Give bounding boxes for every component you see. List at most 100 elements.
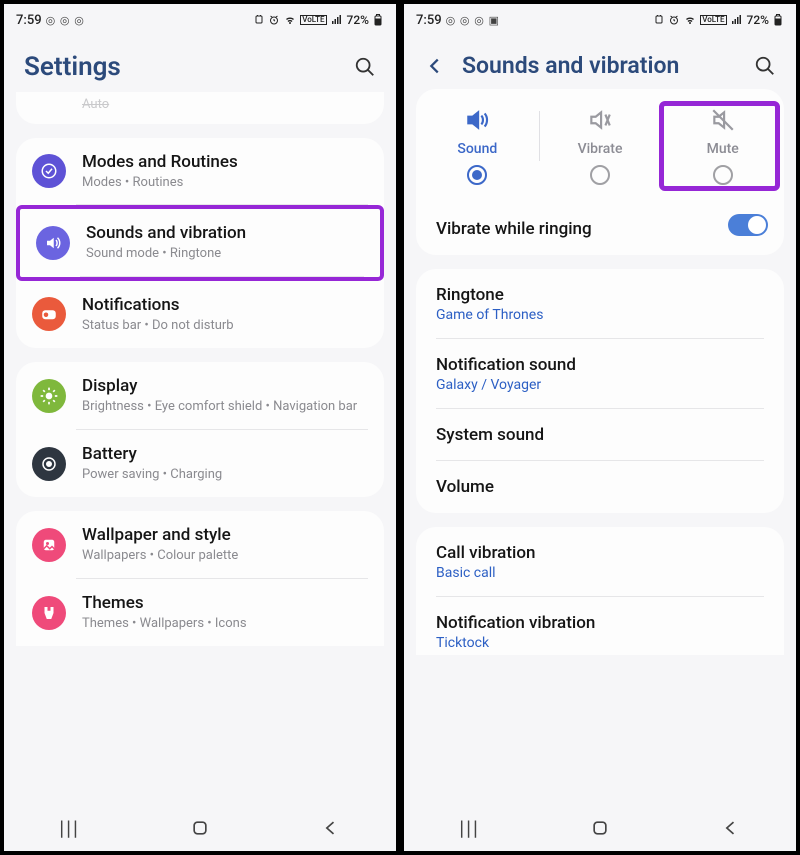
volte-icon: VoLTE: [300, 15, 326, 25]
settings-group-3: Wallpaper and style Wallpapers • Colour …: [16, 511, 384, 646]
wallpaper-icon: [32, 528, 66, 562]
radio-vibrate[interactable]: [590, 165, 610, 185]
row-value: Game of Thrones: [436, 307, 764, 323]
settings-title: Notifications: [82, 295, 368, 315]
alarm-icon: [653, 14, 665, 26]
battery-icon: [772, 13, 784, 27]
radio-sound[interactable]: [467, 165, 487, 185]
wifi-icon: [283, 14, 297, 26]
radio-mute[interactable]: [713, 165, 733, 185]
nav-back[interactable]: [321, 818, 341, 838]
themes-icon: [32, 596, 66, 630]
mode-vibrate[interactable]: Vibrate: [539, 107, 662, 185]
row-title: System sound: [436, 425, 764, 445]
mute-icon: [710, 107, 736, 133]
mode-label: Vibrate: [578, 141, 623, 157]
volte-icon: VoLTE: [700, 15, 726, 25]
settings-title: Wallpaper and style: [82, 525, 368, 545]
row-notification-sound[interactable]: Notification sound Galaxy / Voyager: [416, 339, 784, 409]
settings-sub: Sound mode • Ringtone: [86, 245, 364, 263]
search-icon[interactable]: [754, 55, 776, 77]
row-volume[interactable]: Volume: [416, 461, 784, 513]
wifi-icon: [683, 14, 697, 26]
settings-row-battery[interactable]: Battery Power saving • Charging: [16, 430, 384, 498]
settings-sub: Status bar • Do not disturb: [82, 317, 368, 335]
settings-row-wallpaper[interactable]: Wallpaper and style Wallpapers • Colour …: [16, 511, 384, 579]
row-title: Notification sound: [436, 355, 764, 375]
settings-row-notifications[interactable]: Notifications Status bar • Do not distur…: [16, 281, 384, 349]
row-title: Volume: [436, 477, 764, 497]
settings-title: Battery: [82, 444, 368, 464]
row-title: Call vibration: [436, 543, 764, 563]
page-title: Sounds and vibration: [462, 52, 679, 79]
row-title: Notification vibration: [436, 613, 764, 633]
mode-sound[interactable]: Sound: [416, 107, 539, 185]
row-system-sound[interactable]: System sound: [416, 409, 784, 461]
nav-bar: |||: [404, 805, 796, 851]
row-value: Basic call: [436, 565, 764, 581]
sounds-card: Ringtone Game of Thrones Notification so…: [416, 269, 784, 513]
settings-title: Sounds and vibration: [86, 223, 364, 243]
settings-row-themes[interactable]: Themes Themes • Wallpapers • Icons: [16, 579, 384, 647]
nav-home[interactable]: [590, 818, 610, 838]
clock-icon: [668, 14, 680, 26]
settings-sub: Auto: [82, 96, 368, 114]
settings-sub: Wallpapers • Colour palette: [82, 547, 368, 565]
settings-row-modes[interactable]: Modes and Routines Modes • Routines: [16, 138, 384, 206]
row-value: Galaxy / Voyager: [436, 377, 764, 393]
signal-icon: [330, 14, 344, 26]
status-left-icons: ◎ ◎ ◎ ▣: [446, 14, 500, 27]
settings-row-display[interactable]: Display Brightness • Eye comfort shield …: [16, 362, 384, 430]
settings-title: Display: [82, 376, 368, 396]
battery-text: 72%: [747, 13, 769, 27]
status-time: 7:59: [416, 13, 442, 28]
back-icon[interactable]: [424, 55, 446, 77]
nav-recent[interactable]: |||: [459, 816, 480, 840]
page-title: Settings: [24, 52, 121, 82]
status-time: 7:59: [16, 13, 42, 28]
status-bar: 7:59 ◎ ◎ ◎ ▣ VoLTE 72%: [404, 4, 796, 36]
modes-icon: [32, 154, 66, 188]
vibrate-ringing-toggle[interactable]: [728, 214, 768, 236]
right-phone: 7:59 ◎ ◎ ◎ ▣ VoLTE 72% S: [400, 0, 800, 855]
row-call-vibration[interactable]: Call vibration Basic call: [416, 527, 784, 597]
status-left-icons: ◎ ◎ ◎: [46, 14, 85, 27]
search-icon[interactable]: [354, 56, 376, 78]
nav-home[interactable]: [190, 818, 210, 838]
nav-recent[interactable]: |||: [59, 816, 80, 840]
notification-icon: [32, 297, 66, 331]
alarm-icon: [253, 14, 265, 26]
row-title: Ringtone: [436, 285, 764, 305]
row-ringtone[interactable]: Ringtone Game of Thrones: [416, 269, 784, 339]
row-notification-vibration[interactable]: Notification vibration Ticktock: [416, 597, 784, 655]
settings-group-2: Display Brightness • Eye comfort shield …: [16, 362, 384, 497]
battery-row-icon: [32, 447, 66, 481]
nav-back[interactable]: [721, 818, 741, 838]
sound-icon: [36, 226, 70, 260]
settings-title: Modes and Routines: [82, 152, 368, 172]
settings-title: Themes: [82, 593, 368, 613]
header: Settings: [4, 36, 396, 92]
nav-bar: |||: [4, 805, 396, 851]
mode-mute[interactable]: Mute: [661, 107, 784, 185]
sounds-list: Sound Vibrate Mute: [404, 89, 796, 805]
display-icon: [32, 379, 66, 413]
status-bar: 7:59 ◎ ◎ ◎ VoLTE 72%: [4, 4, 396, 36]
vibrate-while-ringing[interactable]: Vibrate while ringing: [416, 195, 784, 255]
settings-group-partial: Auto: [16, 92, 384, 124]
settings-list: Auto Modes and Routines Modes • Routines…: [4, 92, 396, 805]
sound-mode-card: Sound Vibrate Mute: [416, 89, 784, 255]
battery-icon: [372, 13, 384, 27]
settings-row-sounds[interactable]: Sounds and vibration Sound mode • Ringto…: [16, 205, 384, 281]
left-phone: 7:59 ◎ ◎ ◎ VoLTE 72% Settings: [0, 0, 400, 855]
mode-label: Sound: [457, 141, 497, 157]
settings-sub: Brightness • Eye comfort shield • Naviga…: [82, 398, 368, 416]
mode-label: Mute: [707, 141, 739, 157]
row-value: Ticktock: [436, 635, 764, 651]
signal-icon: [730, 14, 744, 26]
header: Sounds and vibration: [404, 36, 796, 89]
vibrate-icon: [587, 107, 613, 133]
settings-row-cut[interactable]: Auto: [16, 92, 384, 124]
settings-sub: Power saving • Charging: [82, 466, 368, 484]
clock-icon: [268, 14, 280, 26]
